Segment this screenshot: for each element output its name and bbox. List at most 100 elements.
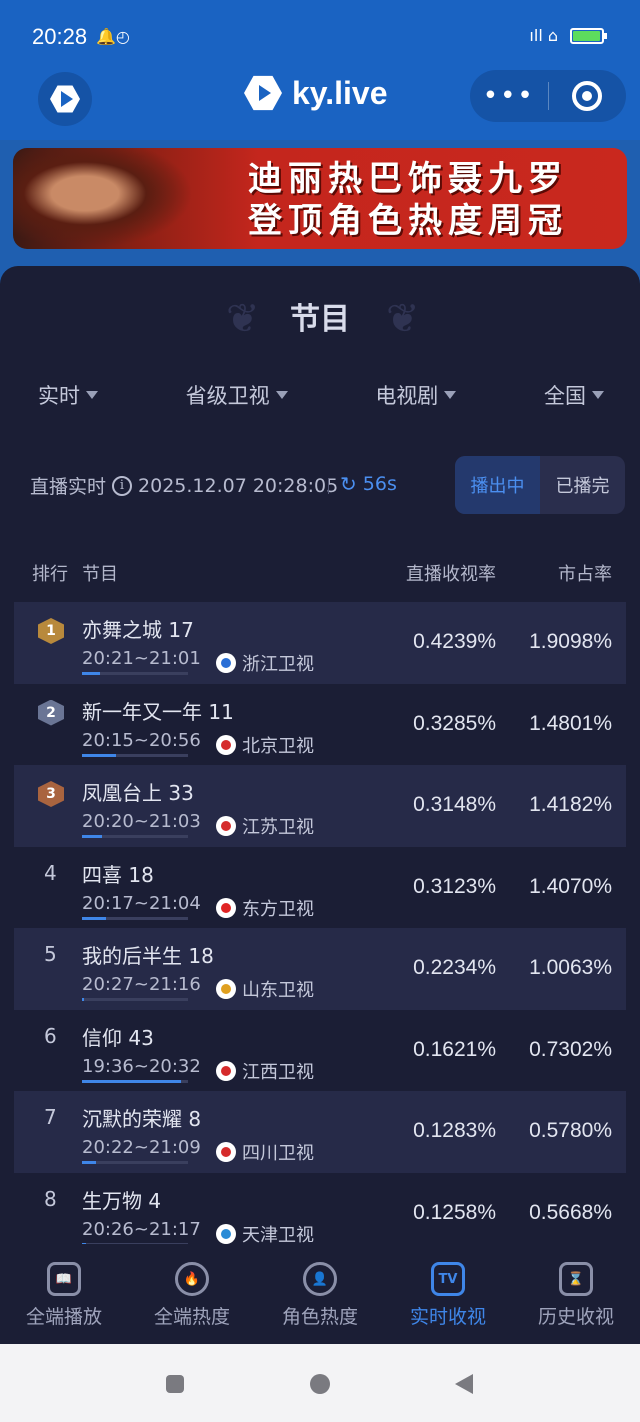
channel-logo-icon <box>216 1142 236 1162</box>
channel: 北京卫视 <box>216 732 314 758</box>
program-time: 20:21~21:01 <box>82 648 201 669</box>
nav-label: 全端热度 <box>153 1306 230 1328</box>
history-icon: ⌛ <box>559 1262 593 1296</box>
recents-button[interactable] <box>166 1375 184 1393</box>
nav-item-user[interactable]: 👤 角色热度 <box>256 1244 384 1344</box>
app-home-button[interactable] <box>38 72 92 126</box>
rating-value: 0.2234% <box>413 956 496 979</box>
share-value: 0.5668% <box>529 1200 612 1224</box>
channel-name: 天津卫视 <box>242 1224 314 1246</box>
filter-region[interactable]: 全国 <box>544 380 604 410</box>
airing-progress-bar <box>82 672 188 675</box>
status-time: 20:28 <box>32 24 88 49</box>
column-rating[interactable]: 直播收视率 <box>406 560 496 586</box>
share-value: 1.4182% <box>529 793 612 816</box>
nav-item-history[interactable]: ⌛ 历史收视 <box>512 1244 640 1344</box>
filter-channel-type[interactable]: 省级卫视 <box>186 380 288 410</box>
ratings-table: 1 亦舞之城 17 20:21~21:01 浙江卫视 0.4239% 1.9098% 2 新一… <box>14 602 626 1254</box>
rank-number: 7 <box>44 1105 57 1129</box>
channel: 江西卫视 <box>216 1058 314 1084</box>
program-time: 20:26~21:17 <box>82 1218 201 1240</box>
segment-finished[interactable]: 已播完 <box>540 456 625 514</box>
banner-text: 迪丽热巴饰聂九罗 登顶角色热度周冠 <box>203 158 613 242</box>
program-name: 信仰 43 <box>82 1025 154 1050</box>
airing-progress-fill <box>82 835 103 838</box>
table-row[interactable]: 3 凤凰台上 33 20:20~21:03 江苏卫视 0.3148% 1.4182% <box>14 765 626 847</box>
nav-item-flame[interactable]: 🔥 全端热度 <box>128 1244 256 1344</box>
signal-wifi-icon: ıll ⌂ <box>529 26 558 45</box>
airing-progress-fill <box>82 916 107 920</box>
table-row[interactable]: 7 沉默的荣耀 8 20:22~21:09 四川卫视 0.1283% 0.5780% <box>14 1091 626 1173</box>
program-time: 20:15~20:56 <box>82 729 201 751</box>
channel-name: 江西卫视 <box>242 1061 314 1083</box>
channel-name: 东方卫视 <box>242 898 314 920</box>
ratings-panel: ❦ ❦ 节目 实时 省级卫视 电视剧 全国 直播实时 i 2025.12.07 … <box>0 266 640 1266</box>
program-time: 19:36~20:32 <box>82 1055 201 1077</box>
channel-name: 四川卫视 <box>242 1143 314 1164</box>
nav-label: 角色热度 <box>281 1306 358 1328</box>
rank-number: 4 <box>44 860 57 885</box>
live-label: 直播实时 i 2025.12.07 20:28:05 <box>30 474 339 499</box>
nav-item-book[interactable]: 📖 全端播放 <box>0 1244 128 1344</box>
user-icon: 👤 <box>303 1262 337 1296</box>
program-name: 四喜 18 <box>82 862 154 887</box>
airing-progress-bar <box>82 998 188 1001</box>
channel: 浙江卫视 <box>216 650 314 676</box>
filter-time[interactable]: 实时 <box>38 380 98 410</box>
airing-progress-fill <box>82 998 85 1001</box>
table-row[interactable]: 8 生万物 4 20:26~21:17 天津卫视 0.1258% 0.5668% <box>14 1173 626 1255</box>
table-header: 排行 节目 直播收视率 市占率 <box>0 560 640 590</box>
nav-label: 历史收视 <box>537 1306 614 1328</box>
filter-genre[interactable]: 电视剧 <box>375 380 457 410</box>
panel-title: 节目 <box>290 302 350 337</box>
table-row[interactable]: 5 我的后半生 18 20:27~21:16 山东卫视 0.2234% 1.0063% <box>14 928 626 1010</box>
nav-label: 全端播放 <box>25 1306 102 1328</box>
column-rank: 排行 <box>32 564 68 585</box>
airing-progress-bar <box>82 753 188 757</box>
share-value: 1.4070% <box>529 874 612 898</box>
segment-airing[interactable]: 播出中 <box>455 456 540 514</box>
caret-down-icon <box>86 391 98 399</box>
refresh-countdown[interactable]: ↻ 56s <box>340 472 397 496</box>
airing-progress-bar <box>82 1161 188 1164</box>
airing-progress-bar <box>82 1079 188 1083</box>
channel-logo-icon <box>216 1223 236 1244</box>
rating-value: 0.3148% <box>413 793 496 816</box>
rank-badge-icon: 1 <box>38 618 64 644</box>
table-row[interactable]: 1 亦舞之城 17 20:21~21:01 浙江卫视 0.4239% 1.9098% <box>14 602 626 684</box>
caret-down-icon <box>275 391 288 399</box>
live-datetime: 2025.12.07 20:28:05 <box>138 474 339 497</box>
share-value: 1.0063% <box>529 956 612 979</box>
close-miniapp-button[interactable] <box>549 81 627 111</box>
more-menu-button[interactable]: ••• <box>470 81 548 111</box>
table-row[interactable]: 2 新一年又一年 11 20:15~20:56 北京卫视 0.3285% 1.4801% <box>14 684 626 766</box>
program-time: 20:17~21:04 <box>82 892 201 914</box>
promo-banner[interactable]: 迪丽热巴饰聂九罗 登顶角色热度周冠 <box>13 148 627 249</box>
airing-progress-bar <box>82 916 188 920</box>
channel-name: 浙江卫视 <box>242 654 314 675</box>
program-name: 我的后半生 18 <box>82 944 214 968</box>
column-share[interactable]: 市占率 <box>558 560 612 586</box>
tv-icon: TV <box>431 1262 465 1296</box>
program-time: 20:27~21:16 <box>82 974 201 995</box>
divider <box>328 478 329 494</box>
column-program: 节目 <box>82 564 118 585</box>
nav-item-tv[interactable]: TV 实时收视 <box>384 1244 512 1344</box>
table-row[interactable]: 6 信仰 43 19:36~20:32 江西卫视 0.1621% 0.7302% <box>14 1010 626 1092</box>
refresh-icon: ↻ <box>340 472 357 496</box>
channel-logo-icon <box>216 979 236 999</box>
rank-number: 6 <box>44 1023 57 1048</box>
channel-name: 山东卫视 <box>242 980 314 1001</box>
table-row[interactable]: 4 四喜 18 20:17~21:04 东方卫视 0.3123% 1.4070% <box>14 847 626 929</box>
info-icon[interactable]: i <box>112 475 133 496</box>
filter-bar: 实时 省级卫视 电视剧 全国 <box>0 380 640 410</box>
back-button[interactable] <box>455 1374 473 1394</box>
rank-badge-icon: 2 <box>38 699 64 726</box>
live-info-row: 直播实时 i 2025.12.07 20:28:05 ↻ 56s 播出中 已播完 <box>30 456 626 514</box>
flame-icon: 🔥 <box>175 1262 209 1296</box>
airing-progress-fill <box>82 672 101 675</box>
channel: 山东卫视 <box>216 976 314 1002</box>
channel-logo-icon <box>216 897 236 918</box>
home-button[interactable] <box>310 1374 330 1394</box>
battery-icon <box>570 27 607 44</box>
